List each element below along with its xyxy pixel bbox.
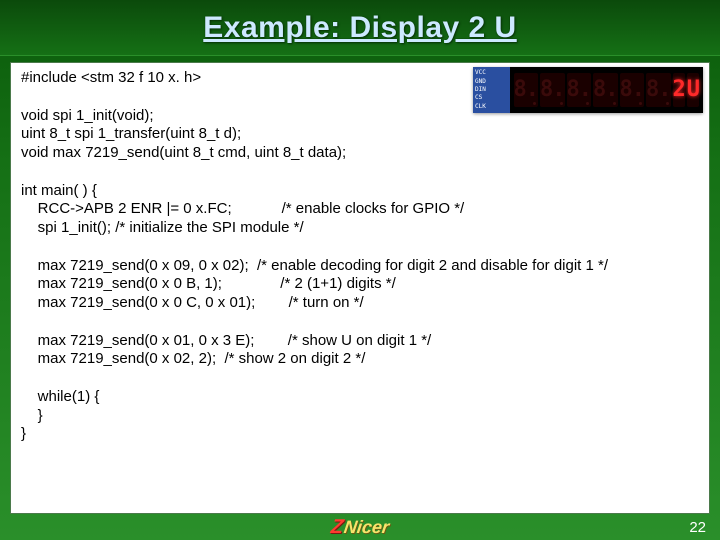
code-line: while(1) { (21, 388, 99, 405)
code-line: max 7219_send(0 x 0 C, 0 x 01); /* turn … (21, 294, 364, 311)
code-line: } (21, 425, 26, 442)
code-line: RCC->APB 2 ENR |= 0 x.FC; /* enable cloc… (21, 200, 464, 217)
hardware-photo: VCC GND DIN CS CLK 8. 8. 8. 8. 8. 8. 2 U (473, 67, 703, 113)
digit-on-u: U (687, 73, 699, 107)
digit-on-2: 2 (673, 73, 685, 107)
code-line: #include <stm 32 f 10 x. h> (21, 69, 201, 86)
code-line: max 7219_send(0 x 09, 0 x 02); /* enable… (21, 257, 608, 274)
slide: Example: Display 2 U VCC GND DIN CS CLK … (0, 0, 720, 540)
page-number: 22 (689, 519, 706, 536)
logo: Z Nicer (331, 516, 389, 539)
footer: Z Nicer 22 (0, 514, 720, 540)
code-line: uint 8_t spi 1_transfer(uint 8_t d); (21, 125, 241, 142)
logo-nicer: Nicer (343, 517, 391, 538)
content-box: VCC GND DIN CS CLK 8. 8. 8. 8. 8. 8. 2 U… (10, 62, 710, 514)
code-line: max 7219_send(0 x 01, 0 x 3 E); /* show … (21, 332, 431, 349)
title-bar: Example: Display 2 U (0, 0, 720, 56)
seven-segment-display: 8. 8. 8. 8. 8. 8. 2 U (510, 67, 704, 113)
digit-off: 8. (593, 73, 618, 107)
pin-label: DIN (475, 87, 508, 93)
code-line: void max 7219_send(uint 8_t cmd, uint 8_… (21, 144, 346, 161)
pin-label: CS (475, 95, 508, 101)
code-line: void spi 1_init(void); (21, 107, 154, 124)
digit-off: 8. (646, 73, 671, 107)
digit-off: 8. (540, 73, 565, 107)
code-line: max 7219_send(0 x 02, 2); /* show 2 on d… (21, 350, 365, 367)
code-line: spi 1_init(); /* initialize the SPI modu… (21, 219, 304, 236)
pin-label: GND (475, 79, 508, 85)
digit-off: 8. (567, 73, 592, 107)
digit-off: 8. (620, 73, 645, 107)
slide-title: Example: Display 2 U (203, 11, 516, 45)
code-line: max 7219_send(0 x 0 B, 1); /* 2 (1+1) di… (21, 275, 396, 292)
pcb-pin-header: VCC GND DIN CS CLK (473, 67, 510, 113)
code-listing: #include <stm 32 f 10 x. h> void spi 1_i… (21, 69, 699, 444)
pin-label: CLK (475, 104, 508, 110)
digit-off: 8. (514, 73, 539, 107)
code-line: } (21, 407, 43, 424)
pin-label: VCC (475, 70, 508, 76)
code-line: int main( ) { (21, 182, 97, 199)
